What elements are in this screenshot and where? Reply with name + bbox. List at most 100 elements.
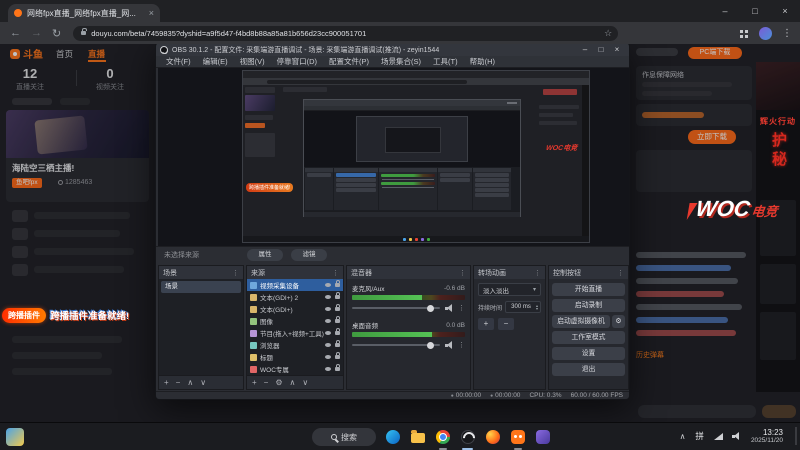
network-icon[interactable] xyxy=(713,432,723,440)
extensions-icon[interactable] xyxy=(740,29,743,33)
dock-menu-icon[interactable]: ⋮ xyxy=(617,269,624,277)
obs-title-bar[interactable]: OBS 30.1.2 - 配置文件: 采集端游直播调试 - 场景: 采集端游直播… xyxy=(156,43,629,56)
menu-help[interactable]: 帮助(H) xyxy=(464,56,501,67)
browser-tab[interactable]: 网络fpx直播_网络fpx直播_网... × xyxy=(8,4,160,22)
browser-menu-icon[interactable]: ⋮ xyxy=(782,28,792,39)
studio-mode-button[interactable]: 工作室模式 xyxy=(552,331,625,344)
remove-transition-button[interactable]: − xyxy=(498,318,514,330)
visibility-icon[interactable] xyxy=(325,343,331,347)
lock-icon[interactable] xyxy=(335,316,340,323)
add-source-icon[interactable]: + xyxy=(252,376,257,390)
source-row[interactable]: 浏览器 xyxy=(247,339,343,351)
lock-icon[interactable] xyxy=(335,280,340,287)
taskbar-app-explorer[interactable] xyxy=(409,428,427,446)
menu-docks[interactable]: 停靠窗口(D) xyxy=(271,56,323,67)
scenes-dock-header[interactable]: 场景 ⋮ xyxy=(159,266,243,279)
dock-menu-icon[interactable]: ⋮ xyxy=(232,269,239,277)
back-icon[interactable]: ← xyxy=(10,27,21,39)
channel-menu-icon[interactable]: ⋮ xyxy=(458,341,465,349)
scene-up-icon[interactable]: ∧ xyxy=(187,376,193,390)
volume-slider[interactable] xyxy=(352,304,440,312)
lock-icon[interactable] xyxy=(335,352,340,359)
obs-minimize-button[interactable]: – xyxy=(577,45,593,54)
show-desktop-sliver[interactable] xyxy=(795,427,797,445)
source-down-icon[interactable]: ∨ xyxy=(302,376,308,390)
window-close-button[interactable]: × xyxy=(770,0,800,22)
dock-menu-icon[interactable]: ⋮ xyxy=(332,269,339,277)
reload-icon[interactable]: ↻ xyxy=(52,27,61,40)
speaker-icon[interactable] xyxy=(445,304,454,312)
duration-spinbox[interactable]: 300 ms ▴ ▾ xyxy=(505,301,541,313)
scene-down-icon[interactable]: ∨ xyxy=(200,376,206,390)
source-properties-icon[interactable]: ⚙ xyxy=(275,376,282,390)
menu-edit[interactable]: 编辑(E) xyxy=(197,56,234,67)
transition-select[interactable]: 淡入淡出 ▾ xyxy=(478,283,541,296)
remove-source-icon[interactable]: − xyxy=(264,376,269,390)
properties-button[interactable]: 属性 xyxy=(247,249,283,261)
visibility-icon[interactable] xyxy=(325,367,331,371)
address-bar[interactable]: douyu.com/beta/7459835?dyshid=a9f5d47-f4… xyxy=(73,25,619,41)
forward-icon[interactable]: → xyxy=(31,27,42,39)
exit-button[interactable]: 退出 xyxy=(552,363,625,376)
taskbar-app-firefox[interactable] xyxy=(484,428,502,446)
sources-dock-header[interactable]: 来源 ⋮ xyxy=(247,266,343,279)
mixer-dock-header[interactable]: 混音器 ⋮ xyxy=(347,266,470,279)
lock-icon[interactable] xyxy=(335,340,340,347)
taskbar-app-douyu[interactable] xyxy=(509,428,527,446)
channel-menu-icon[interactable]: ⋮ xyxy=(458,304,465,312)
widgets-icon[interactable] xyxy=(6,428,24,446)
visibility-icon[interactable] xyxy=(325,355,331,359)
source-row[interactable]: 文本(GDI+) 2 xyxy=(247,291,343,303)
lock-icon[interactable] xyxy=(335,292,340,299)
visibility-icon[interactable] xyxy=(325,307,331,311)
bookmark-star-icon[interactable]: ☆ xyxy=(604,28,612,39)
taskbar-app-chrome[interactable] xyxy=(434,428,452,446)
transitions-dock-header[interactable]: 转场动画 ⋮ xyxy=(474,266,545,279)
taskbar-search[interactable]: 搜索 xyxy=(312,428,376,446)
taskbar-app-edge[interactable] xyxy=(384,428,402,446)
dock-menu-icon[interactable]: ⋮ xyxy=(534,269,541,277)
spin-down-icon[interactable]: ▾ xyxy=(536,307,538,311)
url-text[interactable]: douyu.com/beta/7459835?dyshid=a9f5d47-f4… xyxy=(91,29,599,38)
source-row[interactable]: 图像 xyxy=(247,315,343,327)
lock-icon[interactable] xyxy=(335,304,340,311)
menu-view[interactable]: 视图(V) xyxy=(234,56,271,67)
add-transition-button[interactable]: + xyxy=(478,318,494,330)
visibility-icon[interactable] xyxy=(325,319,331,323)
volume-icon[interactable] xyxy=(731,432,741,440)
profile-avatar[interactable] xyxy=(759,26,772,40)
obs-window[interactable]: OBS 30.1.2 - 配置文件: 采集端游直播调试 - 场景: 采集端游直播… xyxy=(155,42,630,400)
taskbar-clock[interactable]: 13:23 2025/11/20 xyxy=(751,428,783,445)
remove-scene-icon[interactable]: − xyxy=(176,376,181,390)
obs-maximize-button[interactable]: □ xyxy=(593,45,609,54)
filters-button[interactable]: 滤镜 xyxy=(291,249,327,261)
settings-button[interactable]: 设置 xyxy=(552,347,625,360)
menu-scene-collection[interactable]: 场景集合(S) xyxy=(375,56,427,67)
window-maximize-button[interactable]: □ xyxy=(740,0,770,22)
visibility-icon[interactable] xyxy=(325,283,331,287)
lock-icon[interactable] xyxy=(335,328,340,335)
menu-profile[interactable]: 配置文件(P) xyxy=(323,56,375,67)
scene-item[interactable]: 场景 xyxy=(161,281,241,293)
source-row[interactable]: 节目(拖入+视频+工具) xyxy=(247,327,343,339)
source-row[interactable]: WOC专属 xyxy=(247,363,343,375)
taskbar-app-obs[interactable] xyxy=(459,428,477,446)
tray-chevron-icon[interactable]: ∧ xyxy=(680,432,686,441)
lock-icon[interactable] xyxy=(335,364,340,371)
virtual-camera-config-icon[interactable]: ⚙ xyxy=(612,315,625,328)
start-recording-button[interactable]: 启动录制 xyxy=(552,299,625,312)
source-row[interactable]: 视频采集设备 xyxy=(247,279,343,291)
virtual-camera-button[interactable]: 启动虚拟摄像机 xyxy=(552,315,610,328)
add-scene-icon[interactable]: + xyxy=(164,376,169,390)
tab-close-icon[interactable]: × xyxy=(149,8,154,18)
volume-knob[interactable] xyxy=(426,341,434,349)
start-streaming-button[interactable]: 开始直播 xyxy=(552,283,625,296)
obs-close-button[interactable]: × xyxy=(609,45,625,54)
menu-tools[interactable]: 工具(T) xyxy=(427,56,464,67)
dock-menu-icon[interactable]: ⋮ xyxy=(459,269,466,277)
controls-dock-header[interactable]: 控制按钮 ⋮ xyxy=(549,266,628,279)
volume-slider[interactable] xyxy=(352,341,440,349)
taskbar-app-misc[interactable] xyxy=(534,428,552,446)
obs-preview-area[interactable]: WOC电竞 跨播插件准备就绪! xyxy=(158,68,629,246)
ime-indicator[interactable]: 拼 xyxy=(695,430,704,442)
